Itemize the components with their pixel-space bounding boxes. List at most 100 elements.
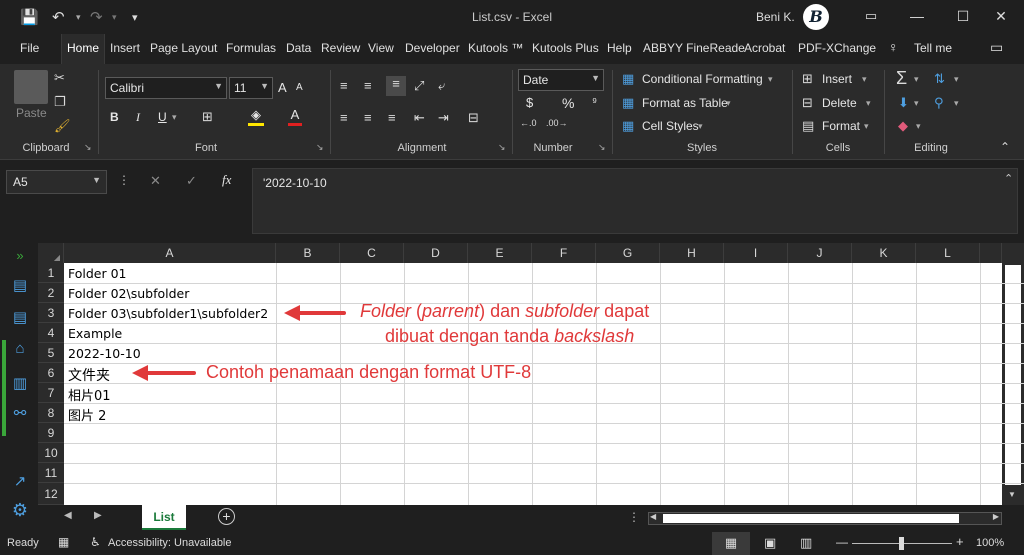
autosum-icon[interactable]: Σ [896, 68, 907, 89]
spreadsheet-grid[interactable]: ◢ A B C D E F G H I J K L ▼ 1 2 3 4 5 6 … [38, 243, 1024, 505]
align-middle-icon[interactable]: ≡ [364, 78, 372, 93]
number-launcher-icon[interactable]: ↘ [598, 142, 606, 153]
undo-icon[interactable]: ↶ [52, 0, 65, 34]
customize-qat-icon[interactable]: ▾ [132, 0, 138, 34]
expand-pane-icon[interactable]: » [8, 248, 32, 263]
collapse-ribbon-icon[interactable]: ⌃ [1000, 140, 1010, 154]
tab-acrobat[interactable]: Acrobat [744, 41, 785, 55]
tab-pdf-xchange[interactable]: PDF-XChange [798, 41, 876, 55]
columns-icon[interactable]: ▥ [8, 374, 32, 392]
number-format-combo[interactable]: Date ▼ [518, 69, 604, 91]
row-header[interactable]: 8 [38, 403, 64, 423]
paste-button[interactable]: Paste [16, 106, 47, 120]
row-header[interactable]: 1 [38, 263, 64, 283]
column-header[interactable]: D [404, 243, 468, 263]
scroll-down-icon[interactable]: ▼ [1008, 490, 1016, 499]
tab-kutools[interactable]: Kutools ™ [468, 41, 523, 55]
page-layout-view-icon[interactable]: ▣ [764, 535, 776, 551]
row-header[interactable]: 5 [38, 343, 64, 363]
underline-button[interactable]: U [158, 110, 167, 124]
format-as-table-button[interactable]: Format as Table [642, 96, 728, 110]
chevron-down-icon[interactable]: ▾ [726, 98, 731, 109]
alignment-launcher-icon[interactable]: ↘ [498, 142, 506, 153]
cut-icon[interactable]: ✂ [54, 70, 65, 86]
enter-icon[interactable]: ✓ [186, 173, 197, 189]
row-header[interactable]: 6 [38, 363, 64, 383]
increase-decimal-icon[interactable]: ←.0 [520, 118, 537, 128]
shrink-font-button[interactable]: A [296, 82, 303, 93]
sort-filter-icon[interactable]: ⇅ [934, 71, 945, 87]
scroll-left-icon[interactable]: ◀ [650, 512, 656, 521]
row-header[interactable]: 9 [38, 423, 64, 443]
chevron-down-icon[interactable]: ▾ [768, 74, 773, 85]
chevron-down-icon[interactable]: ▾ [954, 98, 959, 109]
find-select-icon[interactable]: ⚲ [934, 95, 944, 111]
scrollbar-thumb[interactable] [1005, 265, 1021, 485]
insert-function-button[interactable]: fx [222, 172, 231, 188]
ribbon-display-options-icon[interactable]: ▭ [848, 0, 894, 34]
tab-page-layout[interactable]: Page Layout [150, 41, 217, 55]
normal-view-icon[interactable]: ▦ [712, 532, 750, 555]
insert-cells-button[interactable]: Insert [822, 72, 852, 86]
chevron-down-icon[interactable]: ▾ [914, 98, 919, 109]
sheet-icon[interactable]: ▤ [8, 276, 32, 294]
column-header[interactable]: H [660, 243, 724, 263]
decrease-indent-icon[interactable]: ⇤ [414, 110, 425, 126]
column-header[interactable]: B [276, 243, 340, 263]
chevron-down-icon[interactable]: ▾ [914, 74, 919, 85]
horizontal-scrollbar[interactable]: ◀ ▶ [648, 512, 1002, 525]
row-header[interactable]: 7 [38, 383, 64, 403]
column-header[interactable]: I [724, 243, 788, 263]
delete-cells-button[interactable]: Delete [822, 96, 857, 110]
macro-recording-icon[interactable]: ▦ [58, 535, 69, 549]
font-name-combo[interactable]: Calibri ▼ [105, 77, 227, 99]
format-cells-button[interactable]: Format [822, 119, 860, 133]
column-header[interactable]: F [532, 243, 596, 263]
cell-a2[interactable]: Folder 02\subfolder [68, 286, 189, 301]
cancel-icon[interactable]: ✕ [150, 173, 161, 189]
find-icon[interactable]: ⚯ [8, 404, 32, 422]
row-header[interactable]: 11 [38, 463, 64, 483]
column-header[interactable]: E [468, 243, 532, 263]
font-launcher-icon[interactable]: ↘ [316, 142, 324, 153]
bold-button[interactable]: B [110, 110, 119, 124]
align-right-icon[interactable]: ≡ [388, 110, 396, 125]
list-icon[interactable]: ▤ [8, 308, 32, 326]
chevron-down-icon[interactable]: ▾ [916, 121, 921, 132]
undo-dropdown-icon[interactable]: ▾ [76, 0, 81, 34]
format-painter-icon[interactable]: 🖌 [54, 118, 71, 134]
chevron-down-icon[interactable]: ▾ [862, 74, 867, 85]
comments-icon[interactable]: ▭ [990, 39, 1003, 56]
column-header[interactable]: C [340, 243, 404, 263]
redo-dropdown-icon[interactable]: ▾ [112, 0, 117, 34]
chevron-down-icon[interactable]: ▾ [864, 121, 869, 132]
comma-style-button[interactable]: ⁹ [592, 95, 597, 109]
font-size-combo[interactable]: 11 ▼ [229, 77, 273, 99]
cell-a3[interactable]: Folder 03\subfolder1\subfolder2 [68, 306, 268, 321]
align-center-icon[interactable]: ≡ [364, 110, 372, 125]
chevron-down-icon[interactable]: ▾ [172, 112, 177, 123]
currency-button[interactable]: $ [526, 95, 533, 110]
avatar[interactable]: B [803, 4, 829, 30]
formula-input[interactable]: '2022-10-10 [252, 168, 1018, 234]
italic-button[interactable]: I [136, 110, 140, 125]
cell-a8[interactable]: 图片 2 [68, 405, 106, 424]
cell-styles-button[interactable]: Cell Styles [642, 119, 699, 133]
fill-icon[interactable]: ⬇ [898, 95, 909, 111]
tab-data[interactable]: Data [286, 41, 311, 55]
tab-help[interactable]: Help [607, 41, 632, 55]
align-bottom-icon[interactable]: ≡ [386, 76, 406, 96]
add-sheet-button[interactable]: + [218, 508, 235, 525]
zoom-in-icon[interactable]: + [956, 534, 964, 549]
orientation-icon[interactable]: ⤢ [414, 78, 424, 94]
zoom-slider-thumb[interactable] [899, 537, 904, 550]
accessibility-icon[interactable]: ♿ [90, 535, 101, 549]
cell-a6[interactable]: 文件夹 [68, 365, 110, 385]
tab-file[interactable]: File [20, 41, 39, 55]
sheet-tab-list[interactable]: List [142, 505, 186, 530]
minimize-button[interactable]: — [894, 0, 940, 34]
user-name[interactable]: Beni K. [756, 10, 795, 24]
clipboard-launcher-icon[interactable]: ↘ [84, 142, 92, 153]
page-break-view-icon[interactable]: ▥ [800, 535, 812, 551]
font-color-icon[interactable]: A [288, 108, 302, 126]
